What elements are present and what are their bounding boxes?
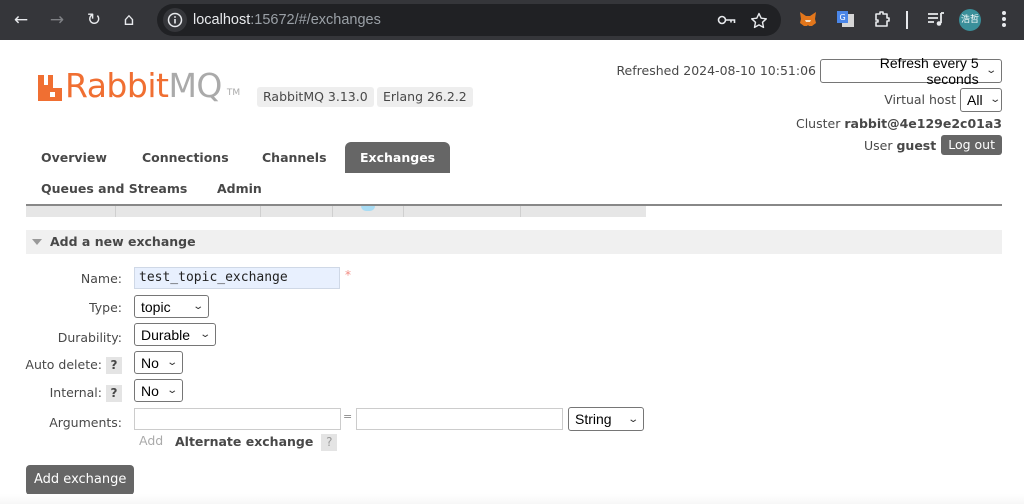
internal-label: Internal:? (50, 385, 122, 402)
triangle-down-icon (32, 239, 42, 245)
extensions-icon[interactable] (872, 9, 892, 31)
rabbitmq-logo[interactable]: RabbitMQ TM (38, 68, 240, 104)
svg-text:G: G (840, 13, 846, 22)
type-select[interactable]: topic ⌄ (134, 295, 209, 318)
back-button[interactable]: ← (10, 9, 32, 31)
required-asterisk: * (345, 268, 351, 282)
auto-delete-help-button[interactable]: ? (106, 357, 122, 374)
chevron-down-icon: ⌄ (165, 385, 178, 396)
user-name: guest (896, 137, 937, 153)
tab-connections[interactable]: Connections (127, 142, 244, 173)
tab-overview[interactable]: Overview (26, 142, 122, 173)
chevron-down-icon: ⌄ (165, 357, 178, 368)
table-cell (26, 206, 116, 217)
reload-button[interactable]: ↻ (83, 9, 105, 31)
table-cell (333, 206, 404, 217)
alternate-exchange-link: Alternate exchange? (175, 434, 338, 451)
exchanges-table-partial (26, 206, 646, 217)
durability-select[interactable]: Durable ⌄ (134, 323, 216, 346)
auto-delete-label: Auto delete:? (25, 357, 122, 374)
refresh-interval-value: Refresh every 5 seconds (879, 54, 979, 87)
url-text[interactable]: localhost:15672/#/exchanges (193, 4, 381, 36)
durability-label: Durability: (57, 330, 122, 345)
tab-channels[interactable]: Channels (247, 142, 342, 173)
internal-label-text: Internal: (49, 385, 102, 400)
tab-exchanges[interactable]: Exchanges (345, 142, 451, 173)
name-input[interactable]: test_topic_exchange (134, 267, 340, 289)
browser-toolbar: ← → ↻ ⌂ localhost:15672/#/exchanges G 浩哲 (0, 0, 1024, 40)
logo-trademark: TM (226, 88, 241, 98)
internal-help-button[interactable]: ? (106, 385, 122, 402)
url-path: :15672/#/exchanges (250, 12, 381, 28)
cluster-label: Cluster (795, 115, 841, 131)
site-info-icon[interactable] (163, 8, 187, 32)
table-cell (521, 206, 646, 217)
menu-icon[interactable] (1001, 10, 1007, 30)
alternate-exchange-text[interactable]: Alternate exchange (175, 434, 313, 449)
virtual-host-value: All (967, 91, 983, 108)
key-icon[interactable] (717, 12, 736, 28)
chevron-down-icon: ⌄ (984, 65, 997, 76)
rabbit-logo-icon (38, 75, 62, 101)
cluster-name: rabbit@4e129e2c01a3 (844, 115, 1002, 131)
arguments-label: Arguments: (49, 415, 122, 430)
auto-delete-select[interactable]: No ⌄ (134, 351, 183, 374)
rabbitmq-management-page: RabbitMQ TM RabbitMQ 3.13.0 Erlang 26.2.… (0, 40, 1024, 504)
durability-value: Durable (141, 326, 191, 343)
add-exchange-section-toggle[interactable]: Add a new exchange (26, 230, 1002, 254)
star-icon[interactable] (750, 12, 768, 29)
name-label: Name: (80, 271, 122, 286)
toolbar-divider (906, 11, 908, 29)
refreshed-timestamp: Refreshed 2024-08-10 10:51:06 (616, 63, 816, 78)
section-title: Add a new exchange (50, 234, 196, 249)
alternate-exchange-help-button[interactable]: ? (321, 434, 338, 451)
table-cell (261, 206, 333, 217)
auto-delete-value: No (141, 354, 159, 371)
auto-delete-label-text: Auto delete: (25, 357, 102, 372)
home-button[interactable]: ⌂ (118, 9, 140, 31)
feature-badge (361, 206, 375, 211)
logout-button[interactable]: Log out (941, 135, 1002, 155)
equals-sign: = (343, 410, 353, 423)
forward-button[interactable]: → (46, 9, 68, 31)
logo-mq-text: MQ (168, 66, 222, 105)
rabbitmq-version-badge: RabbitMQ 3.13.0 (257, 87, 374, 107)
internal-value: No (141, 382, 159, 399)
address-bar[interactable]: localhost:15672/#/exchanges (157, 4, 781, 36)
profile-avatar[interactable]: 浩哲 (959, 9, 981, 31)
argument-type-value: String (575, 411, 612, 427)
chevron-down-icon: ⌄ (988, 94, 1001, 105)
translate-icon[interactable]: G (836, 9, 856, 31)
media-icon[interactable] (926, 9, 946, 31)
header-status: Refreshed 2024-08-10 10:51:06 Refresh ev… (616, 55, 1002, 156)
table-cell (404, 206, 521, 217)
add-exchange-button[interactable]: Add exchange (26, 465, 135, 495)
virtual-host-label: Virtual host (884, 92, 956, 107)
argument-value-input[interactable] (356, 408, 563, 430)
chevron-down-icon: ⌄ (626, 413, 639, 425)
logo-rabbit-text: Rabbit (65, 66, 169, 105)
metamask-icon[interactable] (798, 9, 818, 31)
add-argument-link[interactable]: Add (139, 433, 163, 448)
tab-admin[interactable]: Admin (202, 173, 277, 204)
internal-select[interactable]: No ⌄ (134, 379, 183, 402)
chevron-down-icon: ⌄ (191, 301, 204, 312)
chevron-down-icon: ⌄ (198, 329, 211, 340)
page-bottom-shadow (0, 494, 1024, 504)
tab-queues-and-streams[interactable]: Queues and Streams (26, 173, 202, 204)
argument-type-select[interactable]: String ⌄ (568, 407, 644, 431)
refresh-interval-select[interactable]: Refresh every 5 seconds ⌄ (820, 55, 1002, 87)
type-label: Type: (89, 300, 122, 315)
table-cell (116, 206, 261, 217)
type-value: topic (141, 298, 171, 315)
url-host: localhost (193, 12, 251, 28)
virtual-host-select[interactable]: All ⌄ (960, 87, 1002, 112)
erlang-version-badge: Erlang 26.2.2 (377, 87, 473, 107)
argument-key-input[interactable] (134, 408, 341, 430)
user-label: User (863, 137, 893, 153)
